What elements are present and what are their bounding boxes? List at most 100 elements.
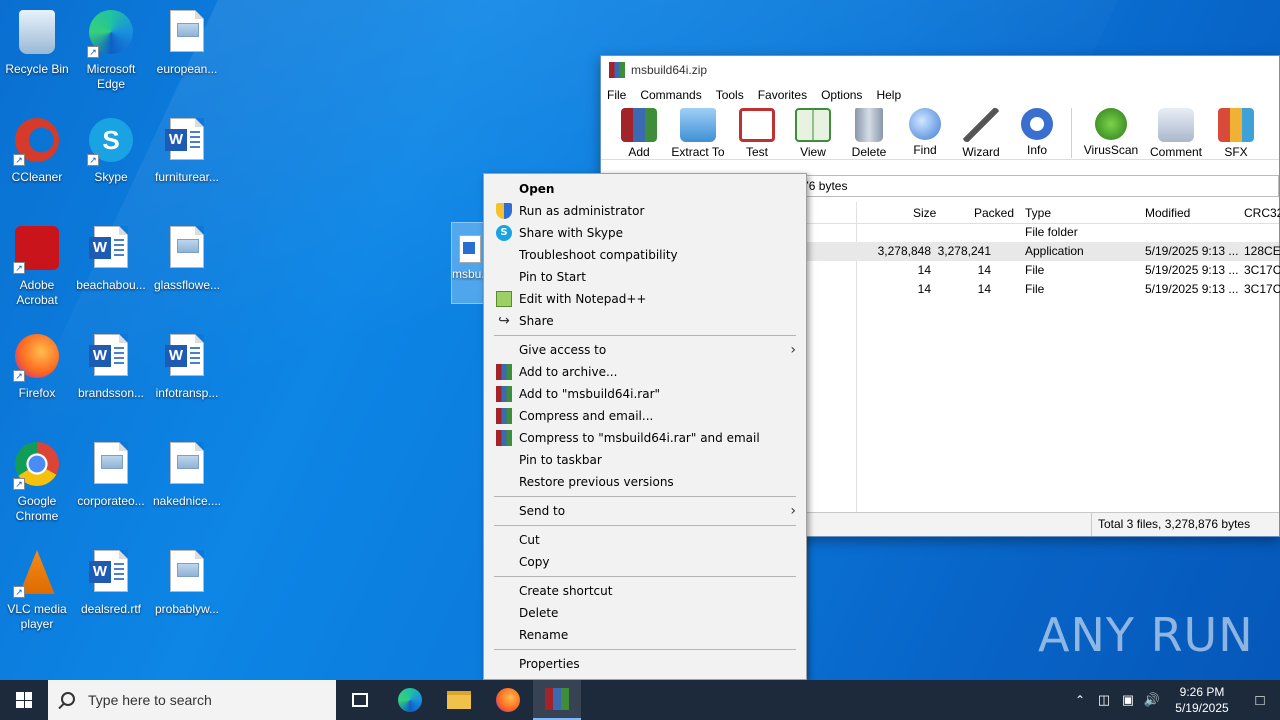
menu-item-rename[interactable]: Rename [484, 624, 806, 646]
menu-commands[interactable]: Commands [640, 88, 701, 102]
menu-item-add-to-msbuild64i-rar[interactable]: Add to "msbuild64i.rar" [484, 383, 806, 405]
taskbar-file-explorer[interactable] [435, 680, 483, 720]
vlc-icon: ↗ [13, 550, 61, 598]
menu-item-cut[interactable]: Cut [484, 529, 806, 551]
cell-type: File [1025, 263, 1045, 277]
menu-item-pin-to-start[interactable]: Pin to Start [484, 266, 806, 288]
clock[interactable]: 9:26 PM 5/19/2025 [1164, 684, 1240, 716]
menu-separator [494, 335, 796, 336]
desktop-icon-1[interactable]: ↗ Microsoft Edge [74, 6, 148, 92]
sfx-button[interactable]: SFX [1208, 108, 1264, 159]
col-modified[interactable]: Modified [1145, 206, 1190, 220]
menu-help[interactable]: Help [876, 88, 901, 102]
wizard-label: Wizard [962, 145, 1000, 159]
menu-item-edit-with-notepad[interactable]: Edit with Notepad++ [484, 288, 806, 310]
add-button[interactable]: Add [611, 108, 667, 159]
virusscan-button[interactable]: VirusScan [1078, 108, 1144, 157]
word-doc-icon: W [163, 334, 211, 382]
menu-item-label: Cut [519, 533, 540, 547]
desktop-icon-4[interactable]: S ↗ Skype [74, 114, 148, 185]
cell-type: File [1025, 282, 1045, 296]
menu-item-troubleshoot-compatibility[interactable]: Troubleshoot compatibility [484, 244, 806, 266]
desktop-icon-0[interactable]: Recycle Bin [0, 6, 74, 77]
desktop-icon-8[interactable]: glassflowe... [150, 222, 224, 293]
network-icon[interactable]: ▣ [1116, 692, 1140, 708]
desktop-icon-17[interactable]: probablyw... [150, 546, 224, 617]
desktop-icon-16[interactable]: Wdealsred.rtf [74, 546, 148, 617]
menu-file[interactable]: File [607, 88, 626, 102]
winrar-app-icon [609, 62, 625, 78]
desktop-icon-6[interactable]: ↗ Adobe Acrobat [0, 222, 74, 308]
shortcut-arrow-icon: ↗ [13, 262, 25, 274]
extract-to-button[interactable]: Extract To [667, 108, 729, 159]
test-button[interactable]: Test [729, 108, 785, 159]
menu-item-pin-to-taskbar[interactable]: Pin to taskbar [484, 449, 806, 471]
start-button[interactable] [0, 680, 48, 720]
desktop-icon-label: Microsoft Edge [86, 62, 136, 91]
winrar-titlebar[interactable]: msbuild64i.zip [601, 56, 1279, 84]
taskbar-firefox[interactable] [484, 680, 532, 720]
desktop-icon-label: nakednice.... [152, 494, 222, 508]
col-crc32[interactable]: CRC32 [1244, 206, 1280, 220]
desktop-icon-11[interactable]: Winfotransp... [150, 330, 224, 401]
shortcut-arrow-icon: ↗ [87, 46, 99, 58]
menu-item-copy[interactable]: Copy [484, 551, 806, 573]
firefox-icon: ↗ [13, 334, 61, 382]
menu-item-share-with-skype[interactable]: S Share with Skype [484, 222, 806, 244]
taskbar-search[interactable]: Type here to search [48, 680, 336, 720]
volume-icon[interactable]: 🔊 [1140, 692, 1164, 708]
image-file-icon [163, 442, 211, 490]
menu-item-label: Share [519, 314, 554, 328]
menu-item-restore-previous-versions[interactable]: Restore previous versions [484, 471, 806, 493]
desktop-icon-13[interactable]: corporateo... [74, 438, 148, 509]
desktop-icon-3[interactable]: ↗ CCleaner [0, 114, 74, 185]
chrome-icon: ↗ [13, 442, 61, 490]
taskbar-edge[interactable] [386, 680, 434, 720]
col-size[interactable]: Size [913, 206, 936, 220]
desktop-icon-7[interactable]: Wbeachabou... [74, 222, 148, 293]
test-clipboard-icon [739, 108, 775, 142]
desktop-icon-10[interactable]: Wbrandsson... [74, 330, 148, 401]
desktop-icon-2[interactable]: european... [150, 6, 224, 77]
col-packed[interactable]: Packed [974, 206, 1014, 220]
view-button[interactable]: View [785, 108, 841, 159]
wizard-button[interactable]: Wizard [953, 108, 1009, 159]
test-label: Test [745, 145, 768, 159]
taskbar: Type here to search ⌃ ◫ ▣ 🔊 9:26 PM 5/19… [0, 680, 1280, 720]
share-icon: ↪ [498, 313, 510, 329]
toolbar-separator [1071, 108, 1072, 158]
desktop-icon-12[interactable]: ↗ Google Chrome [0, 438, 74, 524]
comment-button[interactable]: Comment [1144, 108, 1208, 159]
device-icon[interactable]: ◫ [1092, 692, 1116, 708]
desktop-icon-5[interactable]: Wfurniturear... [150, 114, 224, 185]
col-type[interactable]: Type [1025, 206, 1051, 220]
info-button[interactable]: Info [1009, 108, 1065, 157]
image-file-icon [87, 442, 135, 490]
menu-item-share[interactable]: ↪ Share [484, 310, 806, 332]
desktop-icon-15[interactable]: ↗ VLC media player [0, 546, 74, 632]
task-view-button[interactable] [336, 680, 384, 720]
menu-item-properties[interactable]: Properties [484, 653, 806, 675]
menu-item-delete[interactable]: Delete [484, 602, 806, 624]
desktop-icon-9[interactable]: ↗ Firefox [0, 330, 74, 401]
menu-separator [494, 576, 796, 577]
shortcut-arrow-icon: ↗ [87, 154, 99, 166]
desktop-icon-14[interactable]: nakednice.... [150, 438, 224, 509]
menu-item-compress-and-email[interactable]: Compress and email... [484, 405, 806, 427]
menu-item-give-access-to[interactable]: Give access to › [484, 339, 806, 361]
menu-item-compress-to-msbuild64i-rar-and-email[interactable]: Compress to "msbuild64i.rar" and email [484, 427, 806, 449]
taskbar-winrar[interactable] [533, 680, 581, 720]
menu-item-add-to-archive[interactable]: Add to archive... [484, 361, 806, 383]
notifications-icon[interactable]: □ [1240, 692, 1280, 709]
show-hidden-icons-chevron-icon[interactable]: ⌃ [1068, 693, 1092, 707]
desktop-icon-label: VLC media player [7, 602, 67, 631]
find-button[interactable]: Find [897, 108, 953, 157]
menu-item-create-shortcut[interactable]: Create shortcut [484, 580, 806, 602]
menu-tools[interactable]: Tools [716, 88, 744, 102]
menu-item-run-as-administrator[interactable]: Run as administrator [484, 200, 806, 222]
menu-item-send-to[interactable]: Send to › [484, 500, 806, 522]
menu-item-open[interactable]: Open [484, 178, 806, 200]
delete-button[interactable]: Delete [841, 108, 897, 159]
menu-favorites[interactable]: Favorites [758, 88, 807, 102]
menu-options[interactable]: Options [821, 88, 862, 102]
